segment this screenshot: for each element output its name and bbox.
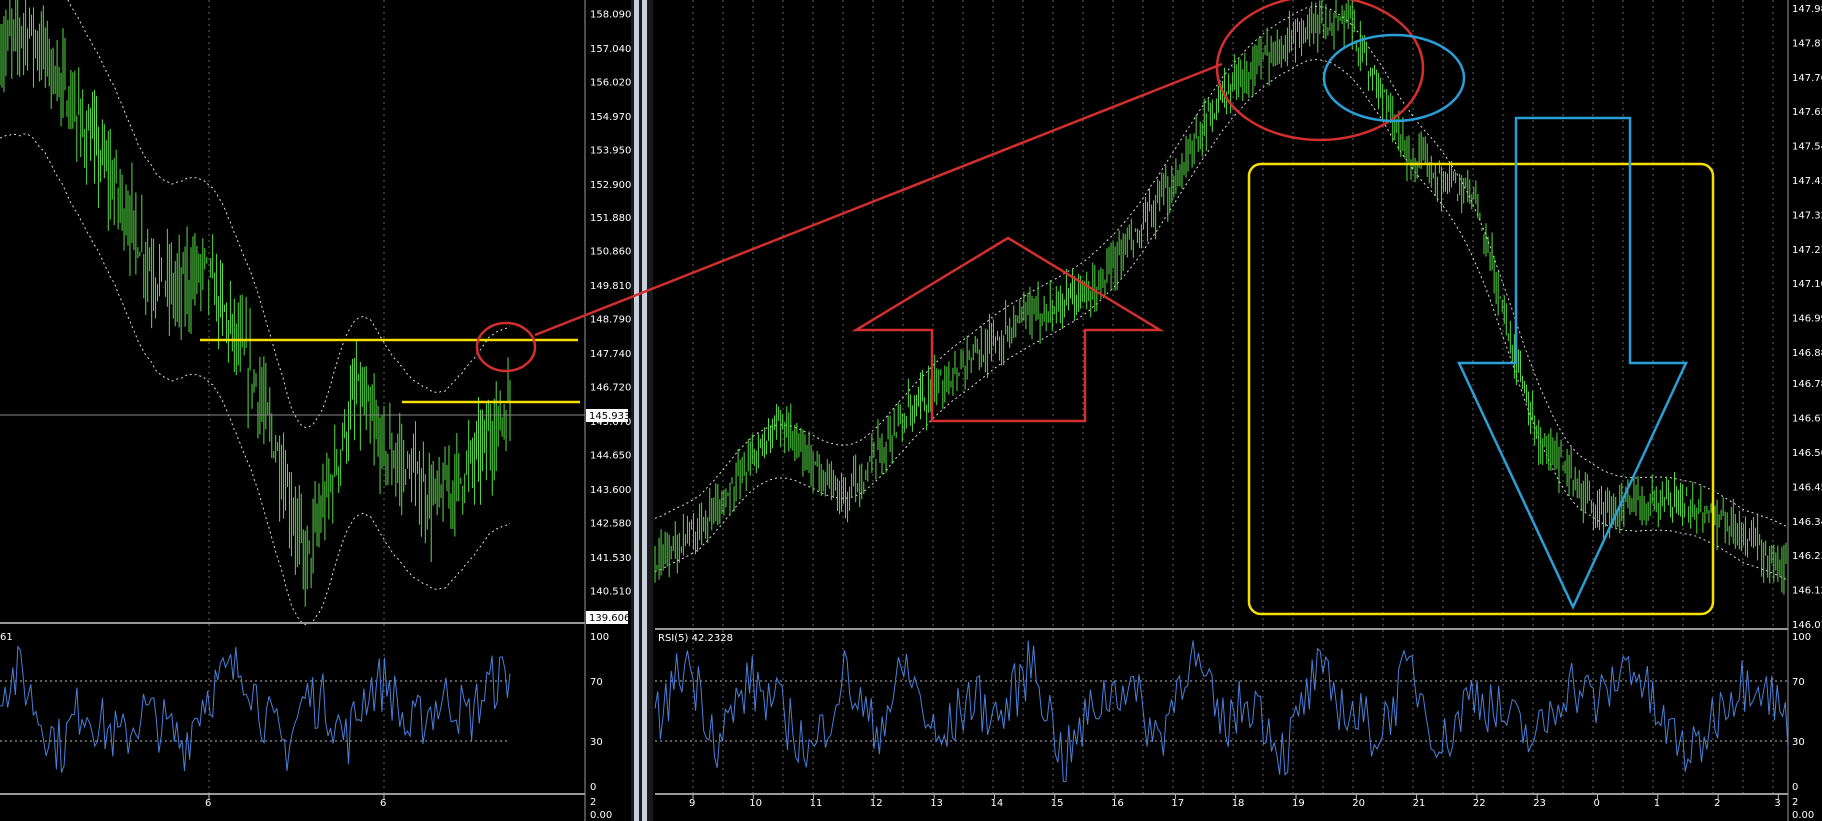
price-tick-label: 147.65 <box>1792 107 1822 118</box>
price-tick-label: 147.32 <box>1792 210 1822 221</box>
price-tick-label: 152.900 <box>590 180 631 191</box>
price-tick-label: 146.45 <box>1792 482 1822 493</box>
right-bottom-scale-b: 0.00 <box>1792 810 1814 821</box>
price-tick-label: 146.99 <box>1792 314 1822 325</box>
price-tick-label: 154.970 <box>590 112 631 123</box>
price-tick-label: 147.740 <box>590 349 631 360</box>
price-tick-label: 148.790 <box>590 315 631 326</box>
left-bottom-scale-b: 0.00 <box>590 810 612 821</box>
rsi-scale-label: 30 <box>1792 737 1805 748</box>
price-tick-label: 146.56 <box>1792 448 1822 459</box>
price-tick-label: 147.43 <box>1792 176 1822 187</box>
left-bottom-scale-a: 2 <box>590 797 596 808</box>
price-tick-label: 141.530 <box>590 553 631 564</box>
time-tick-label: 1 <box>1654 798 1660 809</box>
left-rsi-label: 61 <box>0 632 13 643</box>
price-tick-label: 147.21 <box>1792 245 1822 256</box>
rsi-scale-label: 30 <box>590 737 603 748</box>
time-tick-label: 18 <box>1232 798 1245 809</box>
time-tick-label: 21 <box>1413 798 1426 809</box>
time-tick-label: 22 <box>1473 798 1486 809</box>
time-tick-label: 12 <box>870 798 883 809</box>
time-tick-label: 6 <box>205 798 211 809</box>
time-tick-label: 14 <box>991 798 1004 809</box>
price-tick-label: 146.720 <box>590 383 631 394</box>
price-tick-label: 144.650 <box>590 450 631 461</box>
right-rsi-label: RSI(5) 42.2328 <box>658 633 733 644</box>
time-tick-label: 20 <box>1352 798 1365 809</box>
trading-charts: 158.090 157.040 156.020 154.970 153.950 152.9… <box>0 0 1822 821</box>
price-tick-label: 142.580 <box>590 518 631 529</box>
splitter-bar-a <box>634 0 639 821</box>
time-tick-label: 3 <box>1774 798 1780 809</box>
rsi-scale-label: 70 <box>1792 677 1805 688</box>
price-tick-label: 143.600 <box>590 485 631 496</box>
price-tick-label: 147.98 <box>1792 4 1822 15</box>
time-tick-label: 2 <box>1714 798 1720 809</box>
time-tick-label: 6 <box>380 798 386 809</box>
time-tick-label: 23 <box>1533 798 1546 809</box>
price-tick-label: 158.090 <box>590 9 631 20</box>
rsi-scale-label: 0 <box>1792 782 1798 793</box>
price-tick-label: 151.880 <box>590 213 631 224</box>
time-tick-label: 10 <box>749 798 762 809</box>
time-tick-label: 17 <box>1171 798 1184 809</box>
price-tick-label: 146.78 <box>1792 379 1822 390</box>
price-tick-label: 153.950 <box>590 145 631 156</box>
rsi-scale-label: 0 <box>590 782 596 793</box>
price-tick-label: 146.34 <box>1792 517 1822 528</box>
price-tick-label: 146.12 <box>1792 586 1822 597</box>
time-tick-label: 9 <box>689 798 695 809</box>
time-tick-label: 11 <box>810 798 823 809</box>
rsi-scale-label: 100 <box>1792 632 1811 643</box>
rsi-scale-label: 100 <box>590 632 609 643</box>
time-tick-label: 0 <box>1594 798 1600 809</box>
price-tick-label: 146.01 <box>1792 620 1822 631</box>
price-tick-label: 146.88 <box>1792 348 1822 359</box>
price-tick-label: 157.040 <box>590 44 631 55</box>
price-tick-label: 146.67 <box>1792 414 1822 425</box>
price-tick-label: 146.23 <box>1792 551 1822 562</box>
time-tick-label: 16 <box>1111 798 1124 809</box>
splitter-bar-b <box>642 0 647 821</box>
time-tick-label: 13 <box>930 798 943 809</box>
time-tick-label: 19 <box>1292 798 1305 809</box>
right-bottom-scale-a: 2 <box>1792 797 1798 808</box>
rsi-scale-label: 70 <box>590 677 603 688</box>
price-tick-label: 147.76 <box>1792 73 1822 84</box>
price-tick-label: 150.860 <box>590 247 631 258</box>
price-tick-label: 140.510 <box>590 586 631 597</box>
price-tick-label: 147.87 <box>1792 38 1822 49</box>
current-price-text: 145.933 <box>589 411 630 422</box>
price-tick-label: 147.54 <box>1792 142 1822 153</box>
price-tick-label: 149.810 <box>590 281 631 292</box>
price-tick-label: 156.020 <box>590 77 631 88</box>
time-tick-label: 15 <box>1051 798 1064 809</box>
low-price-text: 139.606 <box>589 613 630 624</box>
price-tick-label: 147.10 <box>1792 279 1822 290</box>
